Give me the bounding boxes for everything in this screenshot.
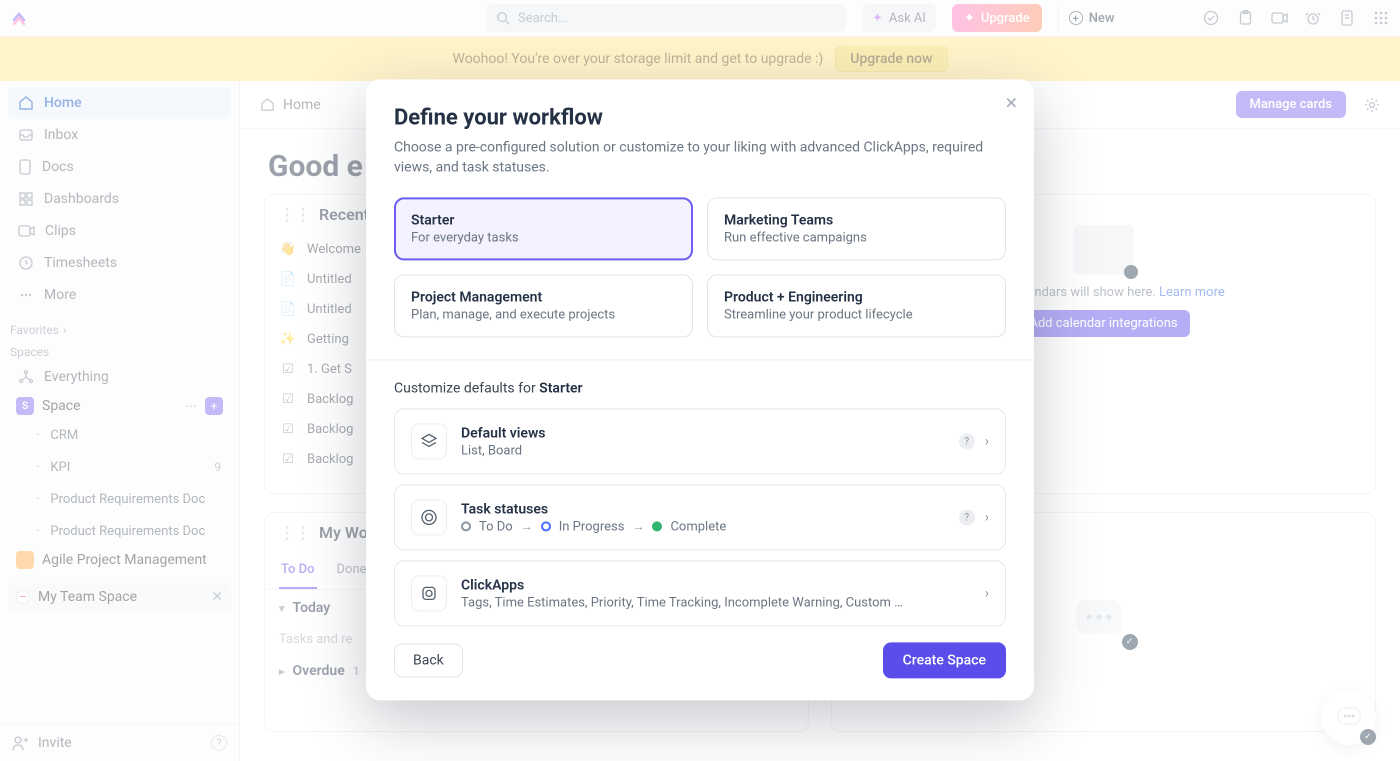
arrow-icon: → <box>521 520 533 534</box>
modal-subtitle: Choose a pre-configured solution or cust… <box>394 138 1006 177</box>
apps-icon <box>411 576 447 612</box>
back-button[interactable]: Back <box>394 644 463 678</box>
layers-icon <box>411 424 447 460</box>
workflow-modal: ✕ Define your workflow Choose a pre-conf… <box>366 79 1034 700</box>
target-icon <box>411 500 447 536</box>
divider <box>366 360 1034 361</box>
help-icon[interactable]: ? <box>959 434 975 450</box>
workflow-card-product[interactable]: Product + Engineering Streamline your pr… <box>707 275 1006 338</box>
customize-label: Customize defaults for Starter <box>394 381 1006 397</box>
workflow-card-pm[interactable]: Project Management Plan, manage, and exe… <box>394 275 693 338</box>
close-icon[interactable]: ✕ <box>1005 93 1018 112</box>
modal-footer: Back Create Space <box>394 643 1006 679</box>
workflow-options: Starter For everyday tasks Marketing Tea… <box>394 198 1006 338</box>
chevron-right-icon: › <box>985 510 989 526</box>
setting-task-statuses[interactable]: Task statuses To Do → In Progress → Comp… <box>394 485 1006 551</box>
setting-clickapps[interactable]: ClickApps Tags, Time Estimates, Priority… <box>394 561 1006 627</box>
create-space-button[interactable]: Create Space <box>883 643 1006 679</box>
modal-title: Define your workflow <box>394 105 1006 130</box>
workflow-card-starter[interactable]: Starter For everyday tasks <box>394 198 693 261</box>
chevron-right-icon: › <box>985 434 989 450</box>
workflow-card-marketing[interactable]: Marketing Teams Run effective campaigns <box>707 198 1006 261</box>
status-flow: To Do → In Progress → Complete <box>461 519 945 534</box>
chevron-right-icon: › <box>985 586 989 602</box>
arrow-icon: → <box>632 520 644 534</box>
help-icon[interactable]: ? <box>959 510 975 526</box>
setting-default-views[interactable]: Default views List, Board ?› <box>394 409 1006 475</box>
